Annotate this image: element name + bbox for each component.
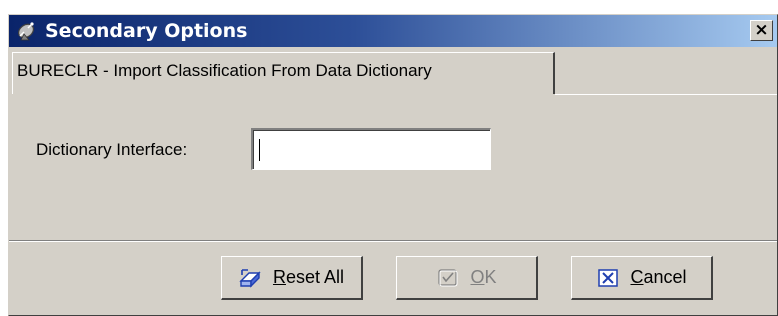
ok-button[interactable]: OK xyxy=(396,256,538,300)
tab-label: BURECLR - Import Classification From Dat… xyxy=(17,61,432,80)
satellite-dish-icon xyxy=(17,22,35,41)
close-button[interactable]: × xyxy=(750,20,773,41)
reset-all-label: Reset All xyxy=(272,267,345,287)
ok-label: OK xyxy=(470,267,497,287)
reset-all-button[interactable]: Reset All xyxy=(221,256,363,300)
cancel-button[interactable]: Cancel xyxy=(571,256,713,300)
secondary-options-dialog: Secondary Options × BURECLR - Import Cla… xyxy=(8,14,778,316)
checkmark-icon xyxy=(438,268,458,286)
tab-bureclr[interactable]: BURECLR - Import Classification From Dat… xyxy=(12,52,555,94)
x-box-icon xyxy=(598,268,619,287)
text-caret xyxy=(259,139,260,161)
title-bar[interactable]: Secondary Options × xyxy=(9,15,777,47)
dictionary-interface-input[interactable] xyxy=(251,128,491,170)
eraser-icon xyxy=(239,268,261,288)
dictionary-interface-label: Dictionary Interface: xyxy=(36,140,188,159)
close-icon: × xyxy=(754,20,769,40)
window-title: Secondary Options xyxy=(45,20,248,42)
cancel-label: Cancel xyxy=(630,267,687,287)
